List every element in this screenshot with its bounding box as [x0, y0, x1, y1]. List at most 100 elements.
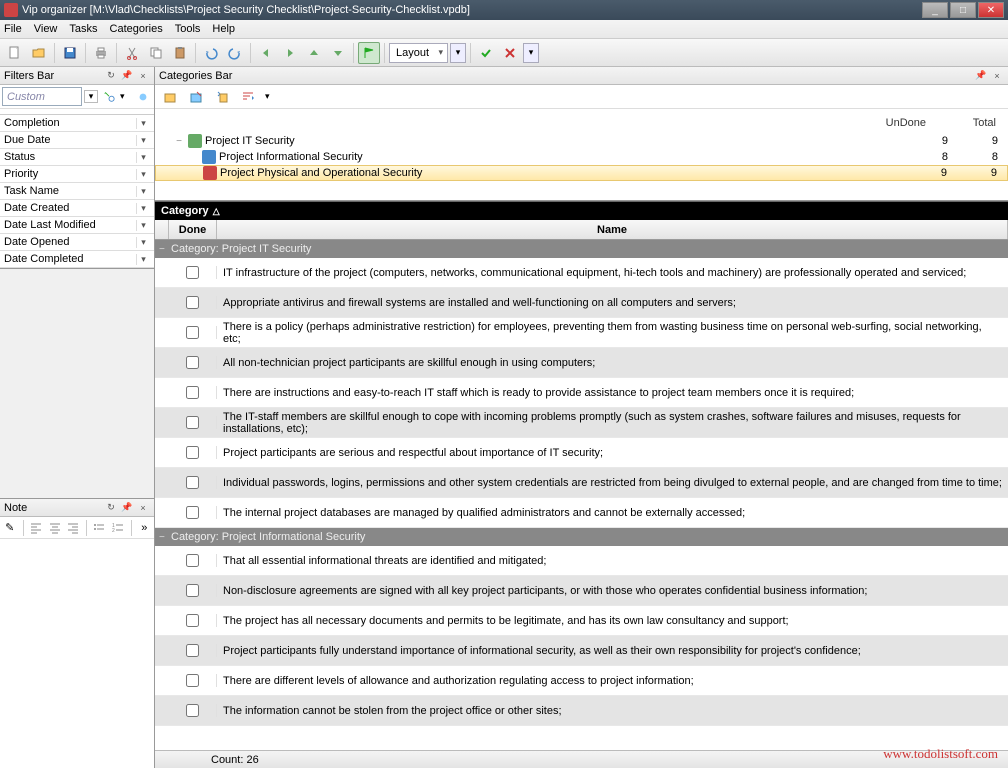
chevron-down-icon[interactable]: ▾ [136, 169, 150, 180]
done-checkbox[interactable] [186, 674, 199, 687]
paste-button[interactable] [169, 42, 191, 64]
align-right-button[interactable] [65, 519, 81, 537]
chevron-down-icon[interactable]: ▾ [136, 135, 150, 146]
layout-select[interactable]: Layout [389, 43, 448, 63]
filter-row[interactable]: Date Last Modified▾ [0, 217, 154, 234]
custom-dropdown[interactable]: ▾ [84, 90, 98, 103]
custom-filter-input[interactable]: Custom [2, 87, 82, 106]
filter-clear-button[interactable] [134, 88, 152, 106]
done-checkbox[interactable] [186, 506, 199, 519]
filter-row[interactable]: Date Opened▾ [0, 234, 154, 251]
redo-button[interactable] [224, 42, 246, 64]
category-group-row[interactable]: −Category: Project Informational Securit… [155, 528, 1008, 546]
task-row[interactable]: Appropriate antivirus and firewall syste… [155, 288, 1008, 318]
group-by-header[interactable]: Category △ [155, 202, 1008, 220]
task-row[interactable]: All non-technician project participants … [155, 348, 1008, 378]
pin-icon[interactable]: 📌 [120, 69, 134, 83]
pin-icon[interactable]: 📌 [974, 69, 988, 83]
filter-apply-button[interactable] [100, 88, 118, 106]
nav-up-button[interactable] [303, 42, 325, 64]
close-panel-icon[interactable]: × [136, 69, 150, 83]
layout-dropdown[interactable]: ▾ [450, 43, 466, 63]
category-item[interactable]: Project Informational Security88 [155, 149, 1008, 165]
category-group-row[interactable]: −Category: Project IT Security [155, 240, 1008, 258]
filter-row[interactable]: Completion▾ [0, 115, 154, 132]
delete-button[interactable] [499, 42, 521, 64]
task-row[interactable]: Project participants fully understand im… [155, 636, 1008, 666]
chevron-down-icon[interactable]: ▾ [136, 118, 150, 129]
task-row[interactable]: That all essential informational threats… [155, 546, 1008, 576]
cat-sort-button[interactable] [239, 88, 257, 106]
undo-button[interactable] [200, 42, 222, 64]
print-button[interactable] [90, 42, 112, 64]
new-file-button[interactable] [4, 42, 26, 64]
nav-back-button[interactable] [255, 42, 277, 64]
task-row[interactable]: Individual passwords, logins, permission… [155, 468, 1008, 498]
task-row[interactable]: The internal project databases are manag… [155, 498, 1008, 528]
done-checkbox[interactable] [186, 326, 199, 339]
done-checkbox[interactable] [186, 296, 199, 309]
list-bullets-button[interactable] [92, 519, 108, 537]
menu-view[interactable]: View [34, 23, 58, 35]
align-left-button[interactable] [28, 519, 44, 537]
close-panel-icon[interactable]: × [990, 69, 1004, 83]
close-panel-icon[interactable]: × [136, 501, 150, 515]
cat-delete-button[interactable] [213, 88, 231, 106]
menu-tasks[interactable]: Tasks [69, 23, 97, 35]
note-more-button[interactable]: » [137, 519, 153, 537]
filter-row[interactable]: Priority▾ [0, 166, 154, 183]
menu-tools[interactable]: Tools [175, 23, 201, 35]
nav-forward-button[interactable] [279, 42, 301, 64]
menu-file[interactable]: File [4, 23, 22, 35]
list-numbers-button[interactable]: 12 [110, 519, 126, 537]
cat-sort-dropdown[interactable]: ▾ [265, 91, 270, 102]
task-row[interactable]: There are instructions and easy-to-reach… [155, 378, 1008, 408]
cut-button[interactable] [121, 42, 143, 64]
done-checkbox[interactable] [186, 386, 199, 399]
maximize-button[interactable]: □ [950, 2, 976, 18]
note-body[interactable] [0, 539, 154, 768]
filter-apply-dropdown[interactable]: ▾ [120, 91, 132, 102]
chevron-down-icon[interactable]: ▾ [136, 220, 150, 231]
done-checkbox[interactable] [186, 356, 199, 369]
collapse-icon[interactable]: − [159, 244, 171, 255]
done-col-header[interactable]: Done [169, 220, 217, 239]
filter-row[interactable]: Date Completed▾ [0, 251, 154, 268]
done-checkbox[interactable] [186, 266, 199, 279]
filter-row[interactable]: Due Date▾ [0, 132, 154, 149]
task-row[interactable]: The project has all necessary documents … [155, 606, 1008, 636]
delete-dropdown[interactable]: ▾ [523, 43, 539, 63]
chevron-down-icon[interactable]: ▾ [136, 203, 150, 214]
task-row[interactable]: There are different levels of allowance … [155, 666, 1008, 696]
cat-new-button[interactable] [161, 88, 179, 106]
done-checkbox[interactable] [186, 614, 199, 627]
chevron-down-icon[interactable]: ▾ [136, 152, 150, 163]
task-row[interactable]: Project participants are serious and res… [155, 438, 1008, 468]
close-button[interactable]: ✕ [978, 2, 1004, 18]
chevron-down-icon[interactable]: ▾ [136, 186, 150, 197]
refresh-icon[interactable]: ↻ [104, 69, 118, 83]
apply-button[interactable] [475, 42, 497, 64]
align-center-button[interactable] [47, 519, 63, 537]
done-checkbox[interactable] [186, 446, 199, 459]
pin-icon[interactable]: 📌 [120, 501, 134, 515]
menu-categories[interactable]: Categories [110, 23, 163, 35]
refresh-icon[interactable]: ↻ [104, 501, 118, 515]
done-checkbox[interactable] [186, 476, 199, 489]
minimize-button[interactable]: _ [922, 2, 948, 18]
filter-row[interactable]: Status▾ [0, 149, 154, 166]
collapse-icon[interactable]: − [159, 532, 171, 543]
filter-row[interactable]: Date Created▾ [0, 200, 154, 217]
note-edit-button[interactable]: ✎ [2, 519, 18, 537]
done-checkbox[interactable] [186, 644, 199, 657]
done-checkbox[interactable] [186, 704, 199, 717]
nav-down-button[interactable] [327, 42, 349, 64]
open-file-button[interactable] [28, 42, 50, 64]
filter-row[interactable]: Task Name▾ [0, 183, 154, 200]
done-checkbox[interactable] [186, 416, 199, 429]
task-row[interactable]: The IT-staff members are skillful enough… [155, 408, 1008, 438]
cat-edit-button[interactable] [187, 88, 205, 106]
chevron-down-icon[interactable]: ▾ [136, 254, 150, 265]
task-row[interactable]: IT infrastructure of the project (comput… [155, 258, 1008, 288]
copy-button[interactable] [145, 42, 167, 64]
